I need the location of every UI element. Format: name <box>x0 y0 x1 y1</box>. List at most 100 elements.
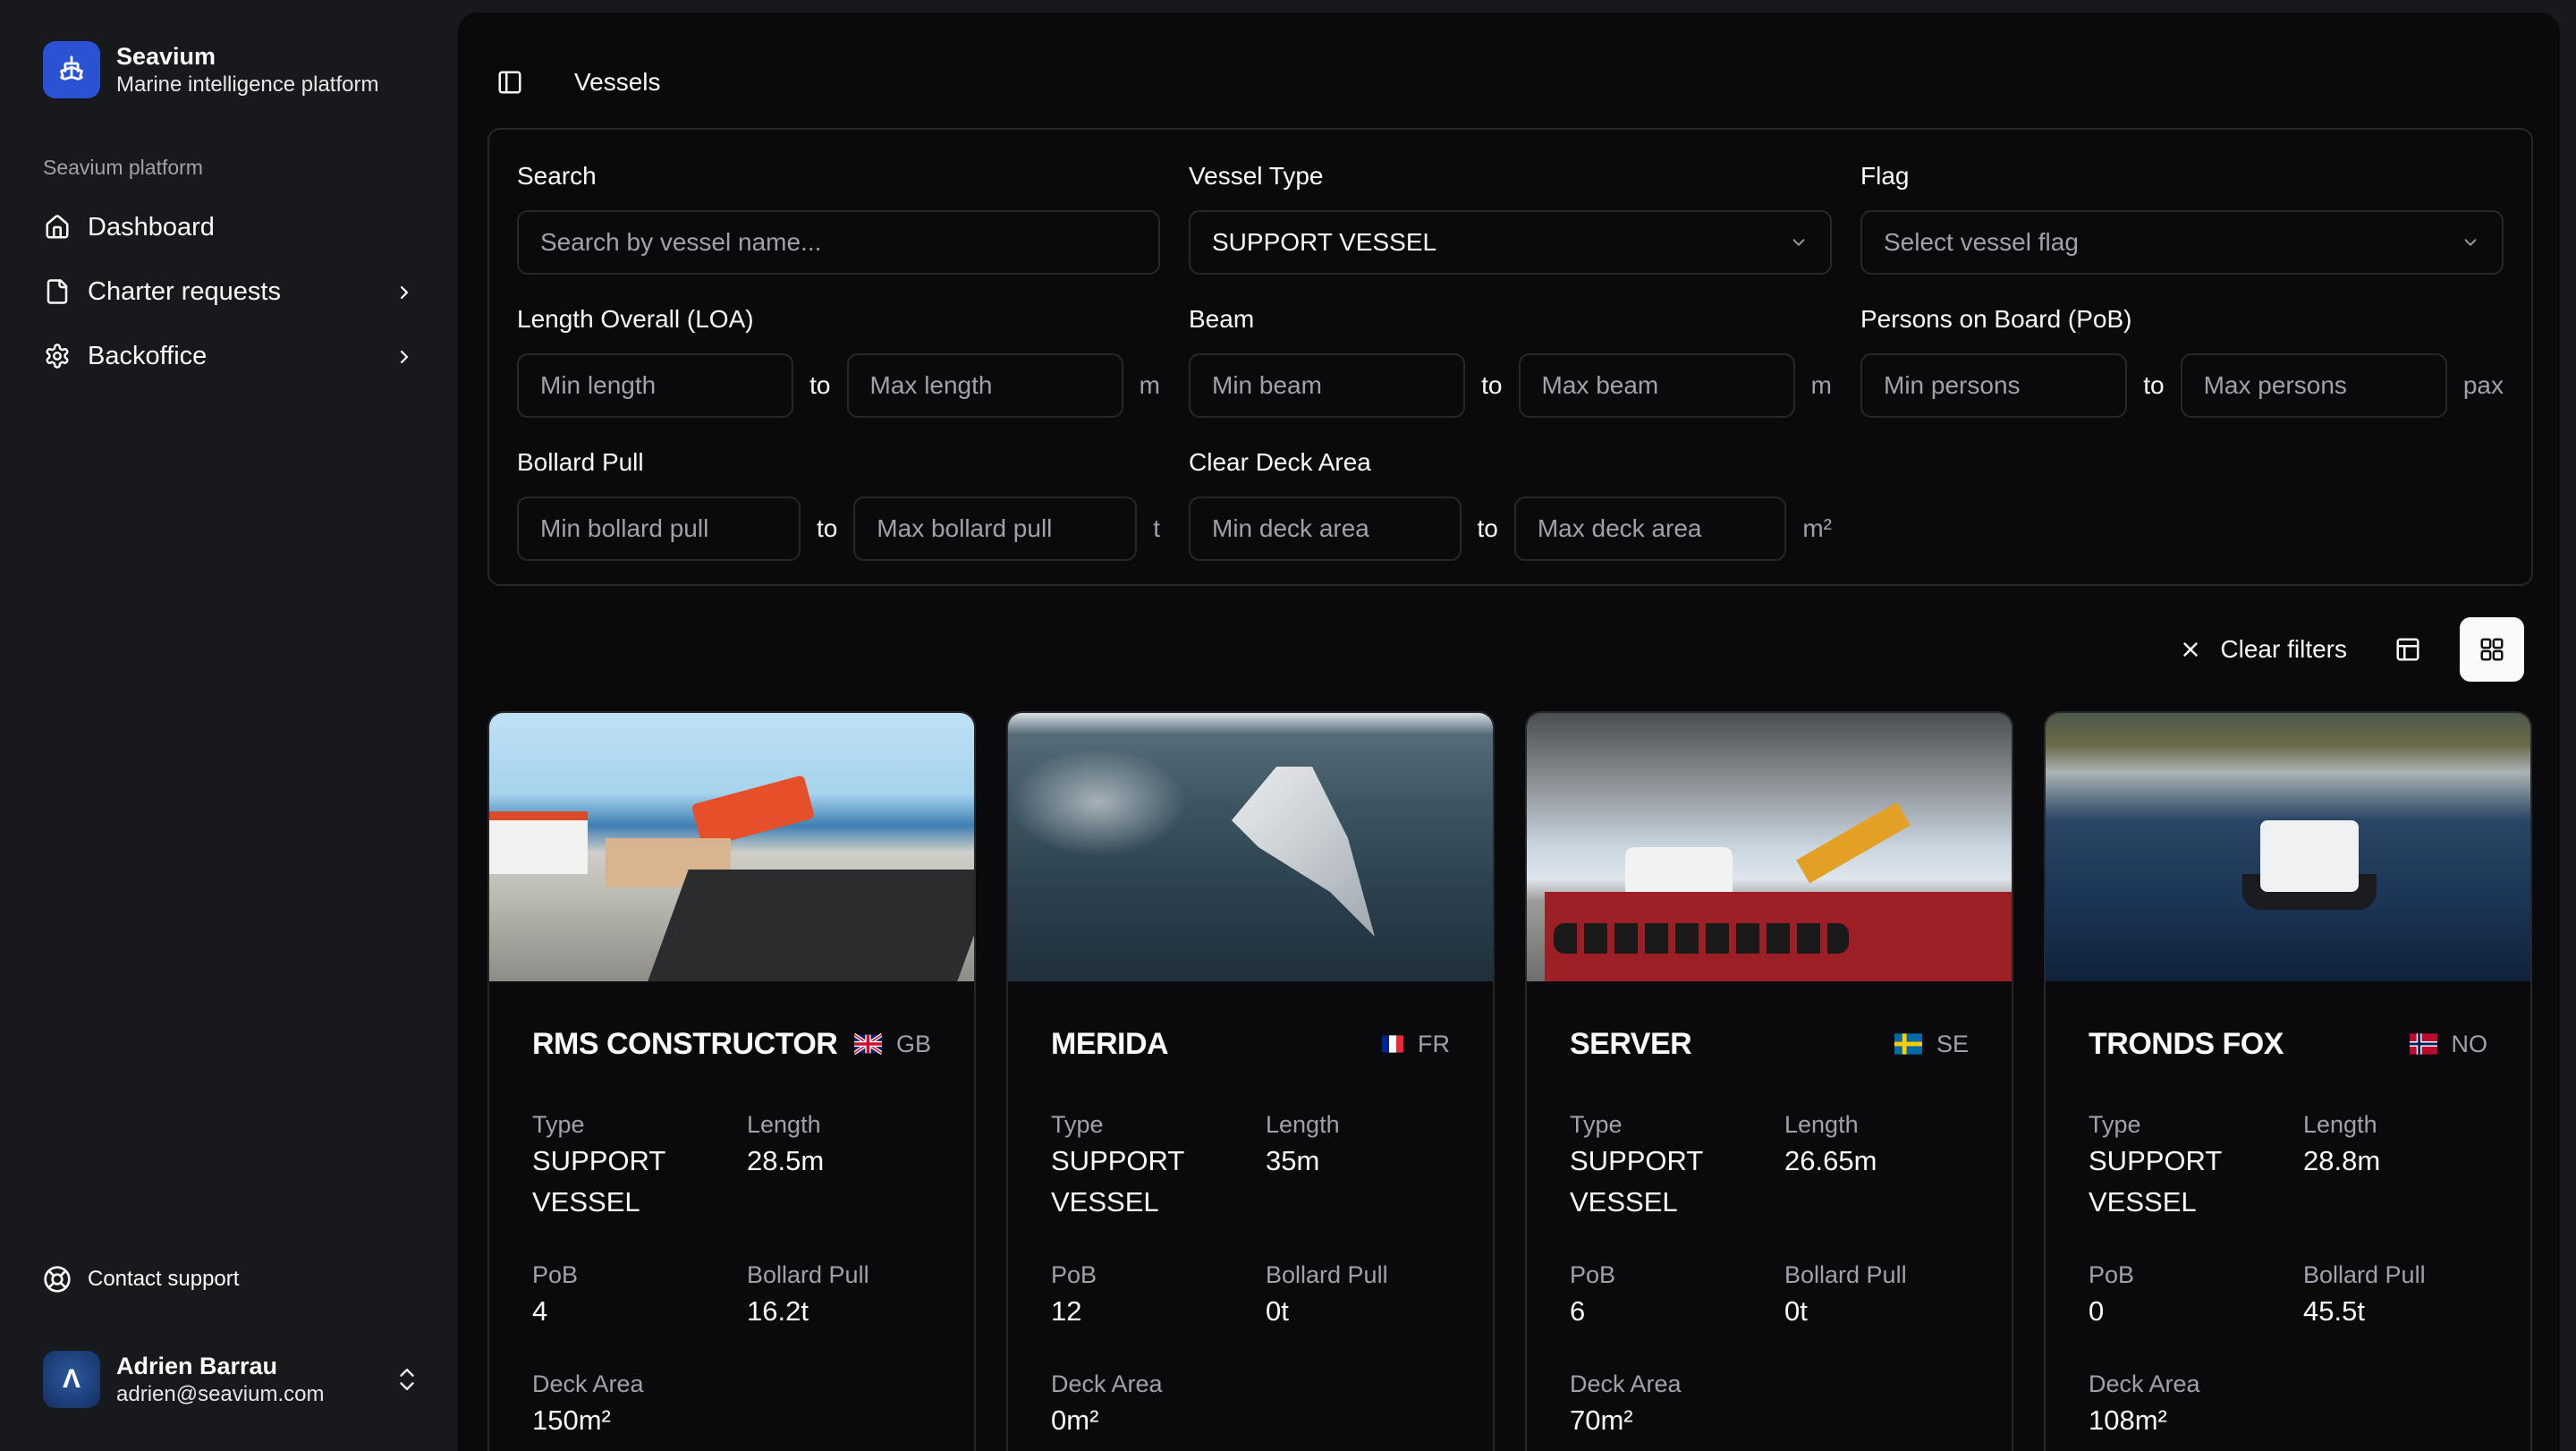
app-subtitle: Marine intelligence platform <box>116 72 379 97</box>
sidebar-toggle-button[interactable] <box>490 63 530 102</box>
length-label: Length <box>747 1111 821 1138</box>
sidebar-item-label: Backoffice <box>88 341 208 370</box>
pob-max-input[interactable] <box>2180 353 2447 418</box>
user-name: Adrien Barrau <box>116 1353 278 1379</box>
vessel-photo <box>1527 713 2012 981</box>
deck-max-input[interactable] <box>1513 496 1787 561</box>
flag-label: Flag <box>1860 162 1910 190</box>
bollard-value: 16.2t <box>747 1295 809 1327</box>
search-input[interactable] <box>517 210 1160 275</box>
bollard-value: 0t <box>1784 1295 1808 1327</box>
deck-area-filter: Clear Deck Area to m² <box>1189 446 1832 561</box>
deck-unit: m² <box>1802 514 1833 542</box>
deck-label: Deck Area <box>1051 1370 1163 1397</box>
flag-gb-icon <box>853 1033 882 1055</box>
page-title: Vessels <box>574 68 661 96</box>
gear-icon <box>43 342 72 370</box>
loa-unit: m <box>1139 371 1160 399</box>
flag-code: NO <box>2451 1030 2488 1057</box>
vessel-card[interactable]: MERIDA FR Type SUPPORT VESSEL Length 35m P… <box>1006 711 1495 1451</box>
vessel-type-label: Vessel Type <box>1189 162 1324 190</box>
loa-filter: Length Overall (LOA) to m <box>517 303 1160 418</box>
vessel-grid: RMS CONSTRUCTOR GB Type SUPPORT VESSEL L… <box>487 711 2532 1451</box>
deck-value: 150m² <box>532 1404 611 1436</box>
app-name: Seavium <box>116 43 216 70</box>
bollard-label: Bollard Pull <box>1266 1261 1388 1288</box>
bollard-value: 0t <box>1266 1295 1289 1327</box>
sidebar-item-backoffice[interactable]: Backoffice <box>29 324 429 388</box>
vessel-card[interactable]: RMS CONSTRUCTOR GB Type SUPPORT VESSEL L… <box>487 711 976 1451</box>
type-value: SUPPORT VESSEL <box>2089 1145 2222 1218</box>
flag-placeholder: Select vessel flag <box>1884 228 2079 256</box>
sidebar-item-charter-requests[interactable]: Charter requests <box>29 259 429 324</box>
topbar: Vessels <box>490 50 661 115</box>
loa-label: Length Overall (LOA) <box>517 305 754 333</box>
beam-label: Beam <box>1189 305 1255 333</box>
type-value: SUPPORT VESSEL <box>532 1145 665 1218</box>
flag-code: FR <box>1418 1030 1450 1057</box>
user-menu[interactable]: Λ Adrien Barrau adrien@seavium.com <box>43 1351 419 1408</box>
bollard-value: 45.5t <box>2303 1295 2365 1327</box>
panel-left-icon <box>498 71 521 94</box>
flag-code: SE <box>1936 1030 1969 1057</box>
vessel-name: RMS CONSTRUCTOR <box>532 1026 838 1061</box>
length-value: 26.65m <box>1784 1145 1877 1176</box>
beam-filter: Beam to m <box>1189 303 1832 418</box>
beam-max-input[interactable] <box>1518 353 1795 418</box>
type-value: SUPPORT VESSEL <box>1570 1145 1703 1218</box>
deck-value: 108m² <box>2089 1404 2167 1436</box>
chevron-down-icon <box>2464 239 2477 246</box>
nav-group-label: Seavium platform <box>43 156 203 179</box>
home-icon <box>43 213 72 242</box>
range-separator: to <box>816 514 838 542</box>
vessel-card[interactable]: TRONDS FOX NO Type SUPPORT VESSEL Length 2… <box>2044 711 2532 1451</box>
pob-label: PoB <box>1051 1261 1097 1288</box>
pob-label: PoB <box>2089 1261 2135 1288</box>
clear-filters-button[interactable]: Clear filters <box>2170 635 2356 664</box>
vessel-name: MERIDA <box>1051 1026 1169 1061</box>
type-label: Type <box>1570 1111 1623 1138</box>
table-view-button[interactable] <box>2376 617 2440 682</box>
life-buoy-icon <box>43 1265 72 1294</box>
type-label: Type <box>532 1111 585 1138</box>
bollard-unit: t <box>1153 514 1161 542</box>
deck-min-input[interactable] <box>1189 496 1462 561</box>
pob-min-input[interactable] <box>1860 353 2128 418</box>
beam-min-input[interactable] <box>1189 353 1466 418</box>
brand[interactable]: Seavium Marine intelligence platform <box>43 41 378 98</box>
contact-support-link[interactable]: Contact support <box>43 1265 239 1294</box>
vessel-type-value: SUPPORT VESSEL <box>1212 228 1437 256</box>
filters-panel: Search Vessel Type SUPPORT VESSEL Flag S… <box>487 128 2533 586</box>
ship-icon <box>43 41 100 98</box>
type-value: SUPPORT VESSEL <box>1051 1145 1184 1218</box>
pob-value: 12 <box>1051 1295 1082 1327</box>
grid-view-button[interactable] <box>2460 617 2524 682</box>
loa-min-input[interactable] <box>517 353 794 418</box>
length-label: Length <box>1784 1111 1859 1138</box>
chevron-right-icon <box>394 281 415 302</box>
range-separator: to <box>1481 371 1503 399</box>
bollard-max-input[interactable] <box>853 496 1138 561</box>
vessel-type-select[interactable]: SUPPORT VESSEL <box>1189 210 1832 275</box>
sidebar-item-dashboard[interactable]: Dashboard <box>29 195 429 259</box>
loa-max-input[interactable] <box>846 353 1123 418</box>
pob-value: 4 <box>532 1295 548 1327</box>
flag-select[interactable]: Select vessel flag <box>1860 210 2504 275</box>
sidebar-item-label: Charter requests <box>88 276 281 306</box>
length-value: 28.8m <box>2303 1145 2381 1176</box>
flag-se-icon <box>1894 1033 1922 1055</box>
vessel-flag: FR <box>1382 1031 1450 1058</box>
deck-value: 0m² <box>1051 1404 1099 1436</box>
user-email: adrien@seavium.com <box>116 1382 325 1406</box>
type-label: Type <box>2089 1111 2141 1138</box>
length-value: 28.5m <box>747 1145 825 1176</box>
main-panel: Vessels Search Vessel Type SUPPORT VESSE… <box>458 13 2560 1451</box>
file-icon <box>43 277 72 306</box>
chevrons-up-down-icon <box>395 1363 419 1396</box>
table-icon <box>2396 638 2419 661</box>
grid-icon <box>2480 638 2504 661</box>
chevron-right-icon <box>394 345 415 367</box>
vessel-card[interactable]: SERVER SE Type SUPPORT VESSEL Length 26.65… <box>1525 711 2013 1451</box>
bollard-min-input[interactable] <box>517 496 801 561</box>
deck-label: Deck Area <box>1570 1370 1682 1397</box>
